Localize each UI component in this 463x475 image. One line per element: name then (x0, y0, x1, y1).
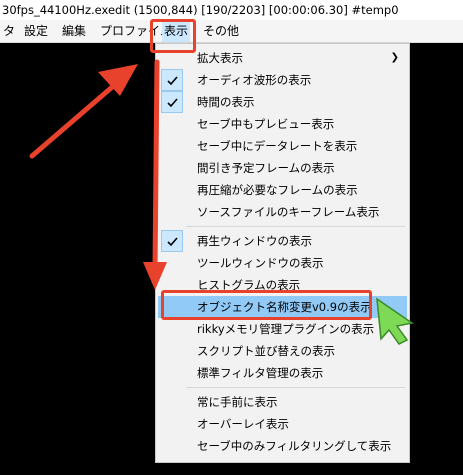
red-arrow-icon (29, 64, 138, 159)
red-arrow-icon (143, 59, 167, 290)
annotation-overlay (29, 59, 414, 345)
mouse-cursor-icon (376, 297, 414, 345)
